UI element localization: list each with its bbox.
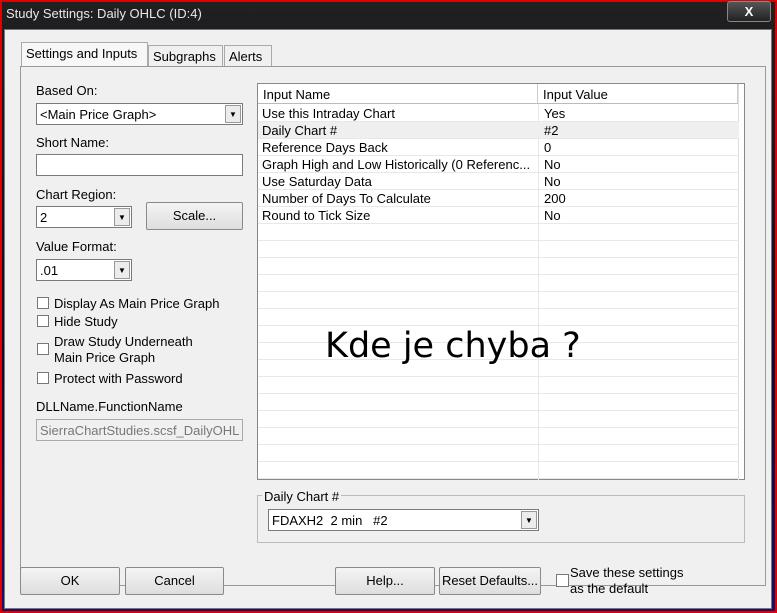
save-default-label-2: as the default — [570, 581, 649, 596]
input-name-cell: Graph High and Low Historically (0 Refer… — [262, 157, 531, 172]
short-name-label: Short Name: — [36, 135, 109, 150]
input-value-cell[interactable]: No — [544, 157, 561, 172]
table-row[interactable]: Round to Tick Size No — [258, 207, 739, 224]
annotation-text: Kde je chyba ? — [325, 326, 581, 366]
daily-chart-value: FDAXH2 2 min #2 — [272, 513, 388, 528]
table-row[interactable]: Reference Days Back 0 — [258, 139, 739, 156]
header-input-name[interactable]: Input Name — [258, 84, 538, 104]
tab-settings-and-inputs[interactable]: Settings and Inputs — [21, 42, 148, 67]
empty-row — [258, 258, 739, 275]
protect-password-checkbox[interactable] — [37, 372, 49, 384]
input-value-cell[interactable]: #2 — [544, 123, 558, 138]
draw-underneath-label-2: Main Price Graph — [54, 350, 156, 365]
ok-button[interactable]: OK — [20, 567, 120, 595]
value-format-value: .01 — [40, 263, 59, 278]
input-name-cell: Number of Days To Calculate — [262, 191, 431, 206]
daily-chart-group-label: Daily Chart # — [262, 489, 342, 504]
header-input-value[interactable]: Input Value — [538, 84, 738, 104]
display-as-main-checkbox[interactable] — [37, 297, 49, 309]
inputs-grid: Input Name Input Value Use this Intraday… — [257, 83, 745, 480]
empty-row — [258, 411, 739, 428]
empty-row — [258, 445, 739, 462]
reset-defaults-button[interactable]: Reset Defaults... — [439, 567, 541, 595]
chevron-down-icon: ▼ — [521, 511, 537, 529]
value-format-label: Value Format: — [36, 239, 117, 254]
chevron-down-icon: ▼ — [114, 261, 130, 279]
chevron-down-icon: ▼ — [225, 105, 241, 123]
input-name-cell: Daily Chart # — [262, 123, 338, 138]
short-name-input[interactable] — [36, 154, 243, 176]
draw-underneath-checkbox[interactable] — [37, 343, 49, 355]
empty-row — [258, 309, 739, 326]
chart-region-label: Chart Region: — [36, 187, 117, 202]
chevron-down-icon: ▼ — [114, 208, 130, 226]
input-value-cell[interactable]: No — [544, 174, 561, 189]
empty-row — [258, 224, 739, 241]
dll-label: DLLName.FunctionName — [36, 399, 183, 414]
help-button[interactable]: Help... — [335, 567, 435, 595]
chart-region-value: 2 — [40, 210, 48, 225]
input-value-cell[interactable]: No — [544, 208, 561, 223]
tab-alerts[interactable]: Alerts — [224, 45, 272, 67]
empty-row — [258, 428, 739, 445]
scale-button[interactable]: Scale... — [146, 202, 243, 230]
table-row[interactable]: Use Saturday Data No — [258, 173, 739, 190]
hide-study-checkbox[interactable] — [37, 315, 49, 327]
save-default-label-1: Save these settings — [570, 565, 684, 580]
table-row[interactable]: Graph High and Low Historically (0 Refer… — [258, 156, 739, 173]
table-row[interactable]: Number of Days To Calculate 200 — [258, 190, 739, 207]
cancel-button[interactable]: Cancel — [125, 567, 224, 595]
window-title: Study Settings: Daily OHLC (ID:4) — [6, 6, 202, 21]
save-default-checkbox[interactable] — [556, 574, 569, 587]
table-row[interactable]: Use this Intraday Chart Yes — [258, 105, 739, 122]
table-row[interactable]: Daily Chart # #2 — [258, 122, 739, 139]
protect-password-label: Protect with Password — [54, 371, 183, 386]
hide-study-label: Hide Study — [54, 314, 118, 329]
display-as-main-label: Display As Main Price Graph — [54, 296, 220, 311]
daily-chart-select[interactable]: FDAXH2 2 min #2 ▼ — [268, 509, 539, 531]
empty-row — [258, 241, 739, 258]
input-name-cell: Round to Tick Size — [262, 208, 371, 223]
draw-underneath-label: Draw Study Underneath — [54, 334, 193, 349]
based-on-select[interactable]: <Main Price Graph> ▼ — [36, 103, 243, 125]
based-on-value: <Main Price Graph> — [40, 107, 157, 122]
empty-row — [258, 394, 739, 411]
empty-row — [258, 275, 739, 292]
input-value-cell[interactable]: Yes — [544, 106, 565, 121]
close-button[interactable]: X — [727, 1, 771, 22]
input-value-cell[interactable]: 200 — [544, 191, 566, 206]
dll-input: SierraChartStudies.scsf_DailyOHL — [36, 419, 243, 441]
input-name-cell: Reference Days Back — [262, 140, 388, 155]
tab-subgraphs[interactable]: Subgraphs — [148, 45, 223, 67]
empty-row — [258, 377, 739, 394]
empty-row — [258, 292, 739, 309]
based-on-label: Based On: — [36, 83, 98, 98]
input-name-cell: Use Saturday Data — [262, 174, 372, 189]
chart-region-select[interactable]: 2 ▼ — [36, 206, 132, 228]
input-name-cell: Use this Intraday Chart — [262, 106, 395, 121]
empty-row — [258, 462, 739, 479]
input-value-cell[interactable]: 0 — [544, 140, 551, 155]
value-format-select[interactable]: .01 ▼ — [36, 259, 132, 281]
